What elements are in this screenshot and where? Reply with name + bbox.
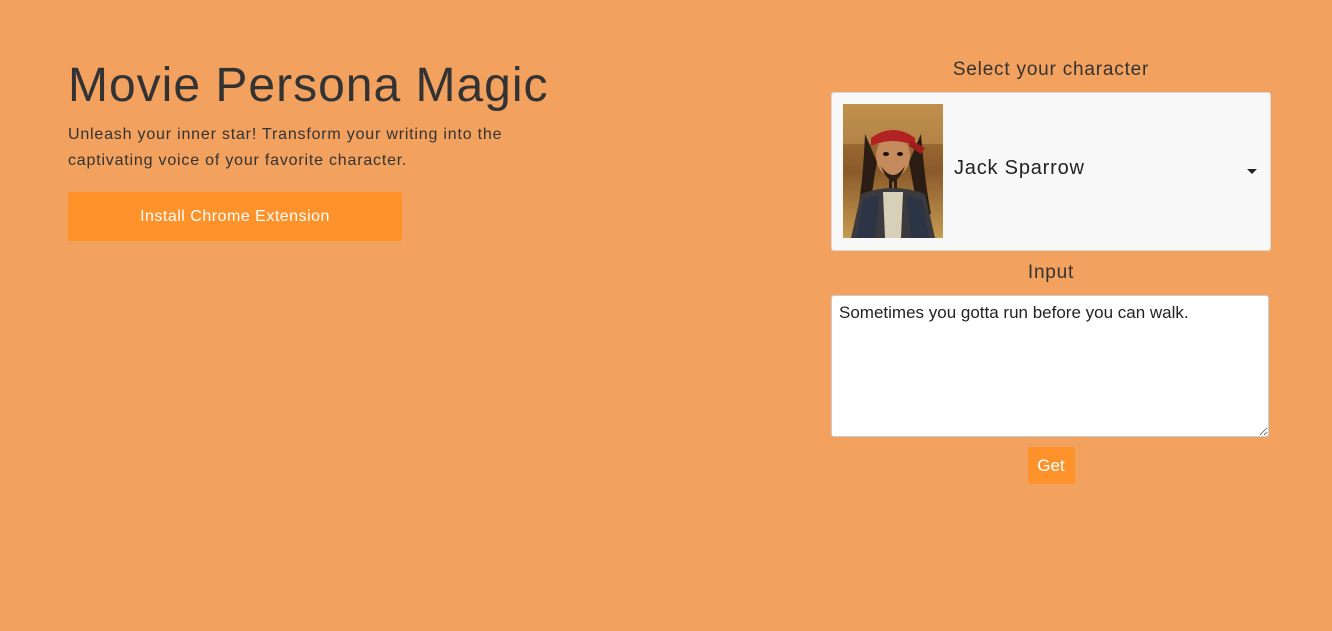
install-chrome-extension-button[interactable]: Install Chrome Extension bbox=[68, 192, 402, 241]
page-subtitle: Unleash your inner star! Transform your … bbox=[68, 126, 503, 169]
hero-section: Movie Persona Magic Unleash your inner s… bbox=[68, 58, 588, 241]
input-label: Input bbox=[1027, 262, 1075, 283]
select-character-label: Select your character bbox=[952, 59, 1150, 80]
caret-down-icon[interactable] bbox=[1247, 169, 1257, 174]
get-button[interactable]: Get bbox=[1027, 447, 1075, 484]
get-button-wrap: Get bbox=[831, 447, 1271, 484]
character-select[interactable]: Jack Sparrow bbox=[831, 92, 1271, 251]
persona-panel: Select your character Jack Sparrow Input… bbox=[831, 58, 1271, 484]
character-portrait bbox=[843, 104, 943, 238]
page-title: Movie Persona Magic bbox=[68, 59, 549, 112]
selected-character-name: Jack Sparrow bbox=[954, 157, 1085, 179]
input-textarea[interactable]: Sometimes you gotta run before you can w… bbox=[831, 295, 1269, 437]
page: Movie Persona Magic Unleash your inner s… bbox=[0, 0, 1332, 631]
